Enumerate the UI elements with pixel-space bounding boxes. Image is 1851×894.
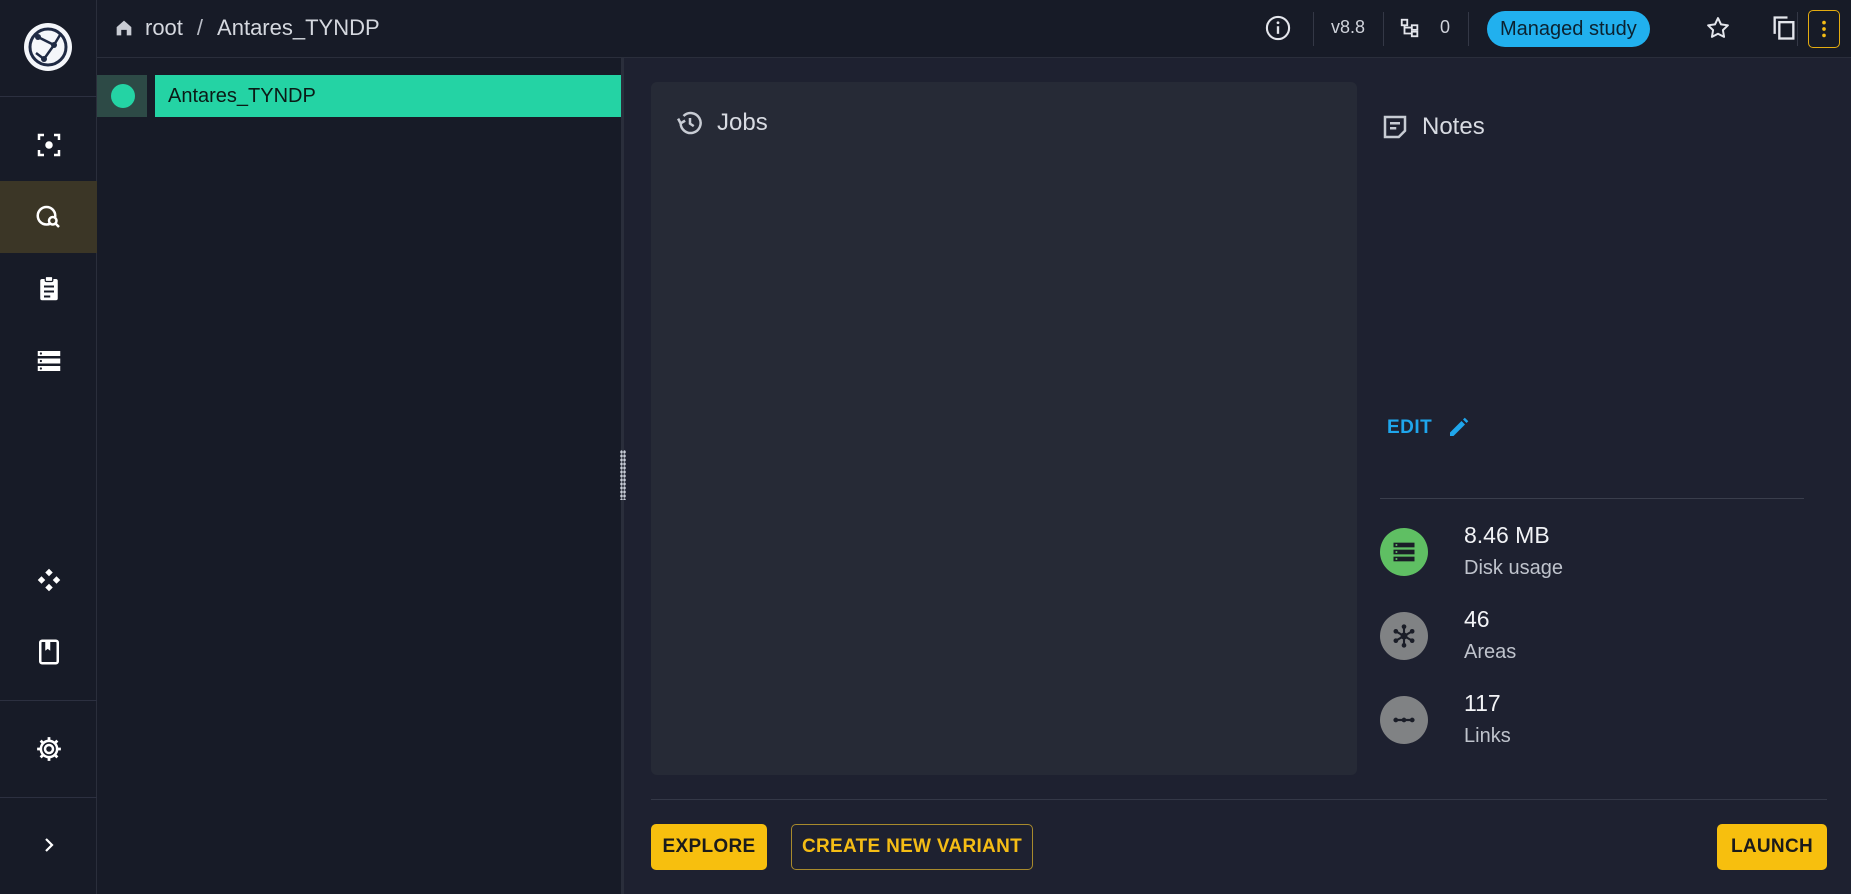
nav-study-search[interactable]	[0, 181, 97, 253]
nav-focus[interactable]	[0, 109, 97, 181]
tree-node-label[interactable]: Antares_TYNDP	[155, 75, 622, 117]
tree-node-status	[97, 75, 147, 117]
jobs-title: Jobs	[717, 109, 768, 136]
toolbar-divider	[1797, 12, 1798, 46]
version-label: v8.8	[1331, 17, 1366, 37]
storage-icon	[1380, 528, 1428, 576]
variant-tree-icon	[1399, 13, 1421, 43]
sidebar-rail	[0, 0, 97, 894]
app-logo[interactable]	[24, 23, 72, 71]
notes-header: Notes	[1380, 112, 1485, 142]
chevron-right-icon	[44, 838, 54, 852]
stat-value: 8.46 MB	[1464, 522, 1550, 548]
hub-icon	[1380, 612, 1428, 660]
edit-notes-button[interactable]: EDIT	[1387, 416, 1470, 440]
jobs-card: Jobs	[651, 82, 1357, 775]
rail-divider	[0, 797, 97, 798]
toolbar-divider	[1468, 12, 1469, 46]
launch-button[interactable]: LAUNCH	[1717, 824, 1827, 870]
stat-links: 117 Links	[1380, 690, 1800, 760]
drag-handle[interactable]	[620, 450, 626, 500]
link-icon	[1380, 696, 1428, 744]
travel-explore-icon	[36, 205, 60, 228]
stat-value: 46	[1464, 606, 1490, 632]
copy-button[interactable]	[1769, 13, 1799, 43]
stat-label: Areas	[1464, 641, 1517, 663]
stat-areas: 46 Areas	[1380, 606, 1800, 676]
more-options-button[interactable]	[1808, 10, 1840, 48]
stat-label: Links	[1464, 725, 1511, 747]
status-badge: Managed study	[1487, 11, 1650, 47]
favorite-button[interactable]	[1703, 13, 1733, 43]
notes-divider	[1380, 498, 1804, 499]
star-outline-icon	[1707, 17, 1729, 38]
variant-count: 0	[1440, 17, 1451, 37]
assignment-icon	[39, 275, 58, 301]
pencil-icon	[1450, 417, 1469, 436]
nav-data[interactable]	[0, 325, 97, 397]
edit-label: EDIT	[1387, 417, 1433, 438]
status-dot	[111, 84, 135, 108]
storage-icon	[37, 351, 60, 371]
stat-label: Disk usage	[1464, 557, 1563, 579]
create-variant-button[interactable]: CREATE NEW VARIANT	[791, 824, 1033, 870]
info-icon	[1265, 15, 1291, 41]
history-icon	[677, 111, 702, 135]
nav-settings[interactable]	[0, 713, 97, 785]
explore-button[interactable]: EXPLORE	[651, 824, 767, 870]
book-icon	[38, 639, 59, 665]
toolbar-divider	[1383, 12, 1384, 46]
center-focus-icon	[37, 133, 60, 157]
breadcrumb-separator: /	[196, 15, 204, 40]
jobs-header: Jobs	[675, 108, 768, 138]
study-tree-panel: Antares_TYNDP	[97, 58, 622, 894]
rail-divider	[0, 700, 97, 701]
footer-divider	[651, 799, 1827, 800]
home-icon[interactable]	[113, 17, 135, 39]
copy-icon	[1773, 16, 1795, 40]
breadcrumb-root[interactable]: root	[145, 15, 183, 41]
expand-rail-button[interactable]	[0, 809, 97, 881]
gear-icon	[36, 737, 61, 761]
tree-node[interactable]: Antares_TYNDP	[97, 75, 622, 117]
breadcrumb-current: Antares_TYNDP	[217, 15, 380, 40]
more-vertical-icon	[1822, 20, 1826, 38]
notes-title: Notes	[1422, 113, 1485, 140]
stat-value: 117	[1464, 690, 1501, 716]
nav-tasks[interactable]	[0, 253, 97, 325]
stat-disk-usage: 8.46 MB Disk usage	[1380, 522, 1800, 592]
toolbar-divider	[1313, 12, 1314, 46]
notes-icon	[1383, 115, 1407, 139]
nav-api[interactable]	[0, 544, 97, 616]
nav-documentation[interactable]	[0, 616, 97, 688]
rail-divider	[0, 96, 97, 97]
info-button[interactable]	[1263, 13, 1293, 43]
breadcrumb: root / Antares_TYNDP	[113, 0, 380, 56]
api-icon	[37, 568, 60, 592]
top-bar: root / Antares_TYNDP v8.8 0 Managed stud…	[97, 0, 1851, 58]
